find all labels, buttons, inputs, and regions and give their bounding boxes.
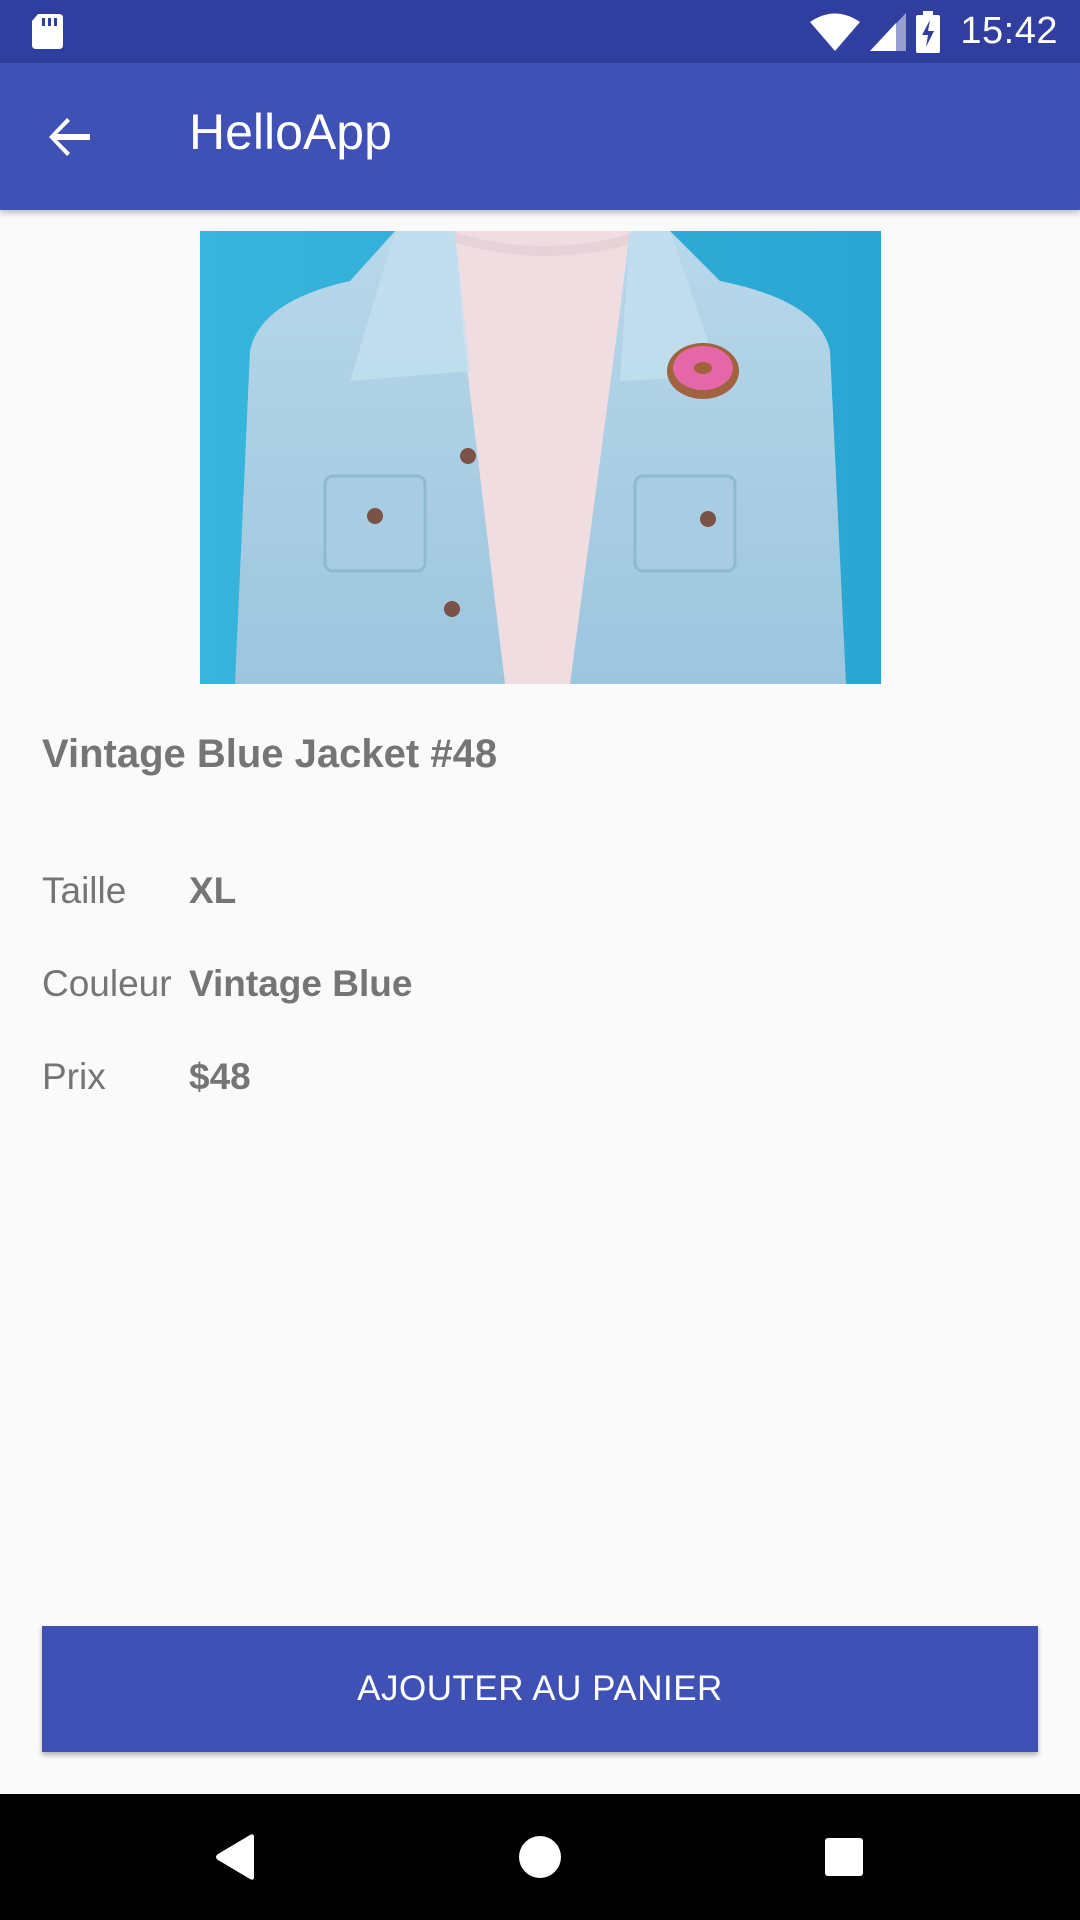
product-title: Vintage Blue Jacket #48 xyxy=(42,732,498,776)
nav-recents-button[interactable] xyxy=(811,1824,877,1890)
status-icons: 15:42 xyxy=(810,0,1058,63)
detail-row-price: Prix $48 xyxy=(42,1056,842,1106)
arrow-back-icon xyxy=(49,118,90,156)
wifi-icon xyxy=(810,13,861,51)
detail-row-color: Couleur Vintage Blue xyxy=(42,963,842,1013)
back-button[interactable] xyxy=(42,109,98,165)
sd-card-icon xyxy=(32,14,63,49)
app-bar: HelloApp xyxy=(0,63,1080,210)
status-time: 15:42 xyxy=(960,10,1058,52)
price-label: Prix xyxy=(42,1056,106,1097)
app-title: HelloApp xyxy=(189,104,392,160)
size-label: Taille xyxy=(42,870,127,911)
system-nav-bar xyxy=(0,1794,1080,1920)
status-bar: 15:42 xyxy=(0,0,1080,63)
battery-charging-icon xyxy=(916,10,941,53)
size-value: XL xyxy=(189,870,237,911)
price-value: $48 xyxy=(189,1056,251,1097)
jacket-illustration xyxy=(200,231,881,684)
product-photo xyxy=(200,231,881,684)
color-label: Couleur xyxy=(42,963,172,1004)
recents-square-icon xyxy=(825,1838,863,1876)
add-to-cart-button[interactable]: AJOUTER AU PANIER xyxy=(42,1626,1038,1752)
nav-back-button[interactable] xyxy=(203,1824,269,1890)
detail-row-size: Taille XL xyxy=(42,870,842,920)
color-value: Vintage Blue xyxy=(189,963,413,1004)
home-circle-icon xyxy=(519,1836,561,1878)
nav-home-button[interactable] xyxy=(507,1824,573,1890)
signal-icon xyxy=(870,12,907,51)
back-triangle-icon xyxy=(216,1834,254,1880)
